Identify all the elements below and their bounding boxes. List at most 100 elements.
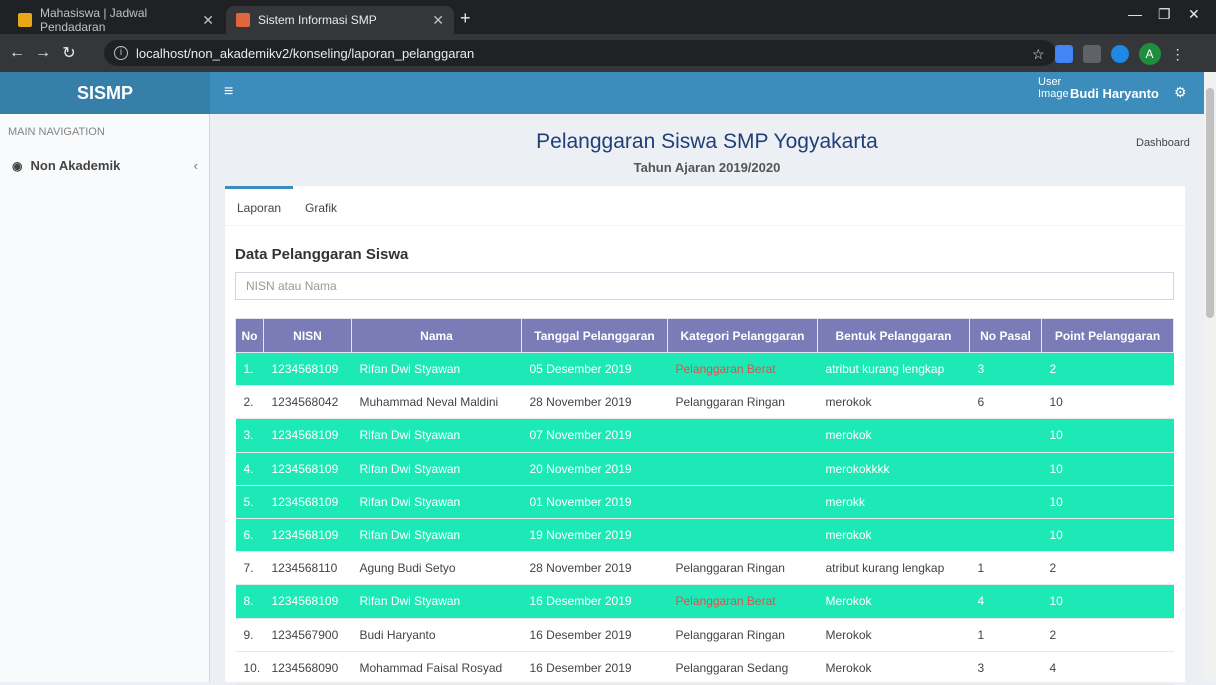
gears-icon[interactable]: ⚙: [1174, 84, 1187, 101]
cell-bentuk: merokok: [817, 385, 970, 420]
cell-bentuk: atribut kurang lengkap: [817, 551, 970, 586]
search-input[interactable]: NISN atau Nama: [235, 272, 1174, 300]
close-tab-icon[interactable]: ✕: [432, 12, 444, 29]
sidebar-toggle-icon[interactable]: ≡: [224, 83, 233, 101]
cell-kategori: Pelanggaran Ringan: [667, 385, 818, 420]
tab-bar: Laporan Grafik: [225, 186, 1185, 226]
user-name[interactable]: Budi Haryanto: [1070, 86, 1159, 101]
table-row[interactable]: 1. 1234568109 Rifan Dwi Styawan 05 Desember…: [235, 352, 1174, 387]
cell-nama: Budi Haryanto: [351, 618, 522, 652]
cell-nama: Rifan Dwi Styawan: [351, 452, 522, 486]
reload-icon[interactable]: ↻: [56, 43, 82, 63]
app-logo[interactable]: SISMP: [0, 72, 210, 114]
extension-icon[interactable]: [1082, 45, 1101, 63]
cell-no: 4.: [235, 452, 264, 486]
cell-no: 5.: [235, 485, 264, 519]
cell-kategori: [667, 452, 818, 486]
cell-nama: Rifan Dwi Styawan: [351, 518, 522, 553]
user-image[interactable]: User Image: [1038, 76, 1069, 110]
cell-no: 6.: [235, 518, 264, 553]
restore-icon[interactable]: ❐: [1158, 6, 1171, 23]
cell-no: 2.: [235, 385, 264, 420]
cell-tanggal: 05 Desember 2019: [521, 352, 668, 387]
tab-laporan[interactable]: Laporan: [225, 186, 294, 226]
cell-pasal: [969, 452, 1042, 486]
column-header[interactable]: No Pasal: [969, 318, 1042, 353]
cell-no: 8.: [235, 584, 264, 619]
cell-point: 10: [1041, 584, 1174, 619]
cell-tanggal: 07 November 2019: [521, 418, 668, 453]
browser-tab-strip: Mahasiswa | Jadwal Pendadaran ✕ Sistem I…: [0, 0, 1216, 34]
extension-translate-icon[interactable]: [1054, 45, 1073, 63]
cell-point: 10: [1041, 418, 1174, 453]
column-header[interactable]: Bentuk Pelanggaran: [817, 318, 970, 353]
column-header[interactable]: Point Pelanggaran: [1041, 318, 1174, 353]
cell-point: 2: [1041, 551, 1174, 586]
cell-kategori: [667, 518, 818, 553]
profile-avatar[interactable]: A: [1138, 43, 1161, 65]
cell-bentuk: Merokok: [817, 651, 970, 685]
minimize-icon[interactable]: —: [1128, 6, 1142, 22]
column-header[interactable]: No: [235, 318, 264, 353]
extension-m-icon[interactable]: [1110, 45, 1129, 63]
nav-heading: MAIN NAVIGATION: [8, 126, 105, 138]
cell-nama: Rifan Dwi Styawan: [351, 352, 522, 387]
cell-pasal: [969, 485, 1042, 519]
cell-nisn: 1234568109: [263, 352, 352, 387]
close-tab-icon[interactable]: ✕: [202, 12, 214, 29]
cell-kategori: Pelanggaran Sedang: [667, 651, 818, 685]
tab-grafik[interactable]: Grafik: [293, 186, 349, 226]
table-row[interactable]: 2. 1234568042 Muhammad Neval Maldini 28 Nov…: [235, 385, 1174, 420]
table-row[interactable]: 6. 1234568109 Rifan Dwi Styawan 19 November…: [235, 518, 1174, 553]
dashboard-icon: ◉: [12, 158, 23, 173]
cell-point: 10: [1041, 452, 1174, 486]
scrollbar-thumb[interactable]: [1206, 88, 1214, 318]
url-text: localhost/non_akademikv2/konseling/lapor…: [136, 45, 475, 61]
table-row[interactable]: 4. 1234568109 Rifan Dwi Styawan 20 November…: [235, 452, 1174, 486]
cell-point: 2: [1041, 352, 1174, 387]
cell-point: 10: [1041, 518, 1174, 553]
cell-bentuk: merokk: [817, 485, 970, 519]
table-row[interactable]: 8. 1234568109 Rifan Dwi Styawan 16 Desember…: [235, 584, 1174, 619]
cell-tanggal: 28 November 2019: [521, 385, 668, 420]
report-box: Laporan Grafik Data Pelanggaran Siswa NI…: [225, 186, 1185, 685]
forward-icon[interactable]: →: [30, 44, 56, 62]
table-row[interactable]: 7. 1234568110 Agung Budi Setyo 28 November …: [235, 551, 1174, 586]
column-header[interactable]: NISN: [263, 318, 352, 353]
cell-nisn: 1234568109: [263, 418, 352, 453]
new-tab-icon[interactable]: +: [460, 8, 471, 29]
breadcrumb[interactable]: Dashboard: [1136, 137, 1190, 149]
table-row[interactable]: 10. 1234568090 Mohammad Faisal Rosyad 16 De…: [235, 651, 1174, 685]
close-window-icon[interactable]: ✕: [1188, 6, 1200, 23]
tab-favicon-icon: [18, 13, 32, 27]
cell-kategori: [667, 418, 818, 453]
address-bar[interactable]: i localhost/non_akademikv2/konseling/lap…: [104, 40, 1056, 66]
cell-pasal: 3: [969, 651, 1042, 685]
cell-kategori: Pelanggaran Berat: [667, 584, 818, 619]
cell-nisn: 1234568090: [263, 651, 352, 685]
chrome-menu-icon[interactable]: ⋮: [1171, 46, 1185, 63]
cell-bentuk: Merokok: [817, 618, 970, 652]
sidebar-item-non-akademik[interactable]: ◉ Non Akademik ‹: [12, 158, 198, 173]
table-body: 1. 1234568109 Rifan Dwi Styawan 05 Desember…: [235, 352, 1174, 685]
column-header[interactable]: Tanggal Pelanggaran: [521, 318, 668, 353]
table-row[interactable]: 9. 1234567900 Budi Haryanto 16 Desember 201…: [235, 618, 1174, 652]
cell-point: 10: [1041, 385, 1174, 420]
browser-tab-1[interactable]: Mahasiswa | Jadwal Pendadaran ✕: [8, 6, 224, 34]
column-header[interactable]: Kategori Pelanggaran: [667, 318, 818, 353]
cell-tanggal: 16 Desember 2019: [521, 618, 668, 652]
table-row[interactable]: 3. 1234568109 Rifan Dwi Styawan 07 November…: [235, 418, 1174, 453]
column-header[interactable]: Nama: [351, 318, 522, 353]
cell-nisn: 1234568109: [263, 485, 352, 519]
table-row[interactable]: 5. 1234568109 Rifan Dwi Styawan 01 November…: [235, 485, 1174, 519]
cell-pasal: 1: [969, 618, 1042, 652]
back-icon[interactable]: ←: [4, 44, 30, 62]
cell-nisn: 1234567900: [263, 618, 352, 652]
cell-no: 3.: [235, 418, 264, 453]
info-icon[interactable]: i: [114, 46, 128, 60]
cell-nama: Rifan Dwi Styawan: [351, 485, 522, 519]
bookmark-star-icon[interactable]: ☆: [1032, 46, 1045, 63]
chevron-left-icon: ‹: [193, 158, 198, 173]
browser-tab-2[interactable]: Sistem Informasi SMP ✕: [226, 6, 454, 34]
tab-title: Sistem Informasi SMP: [258, 13, 377, 27]
